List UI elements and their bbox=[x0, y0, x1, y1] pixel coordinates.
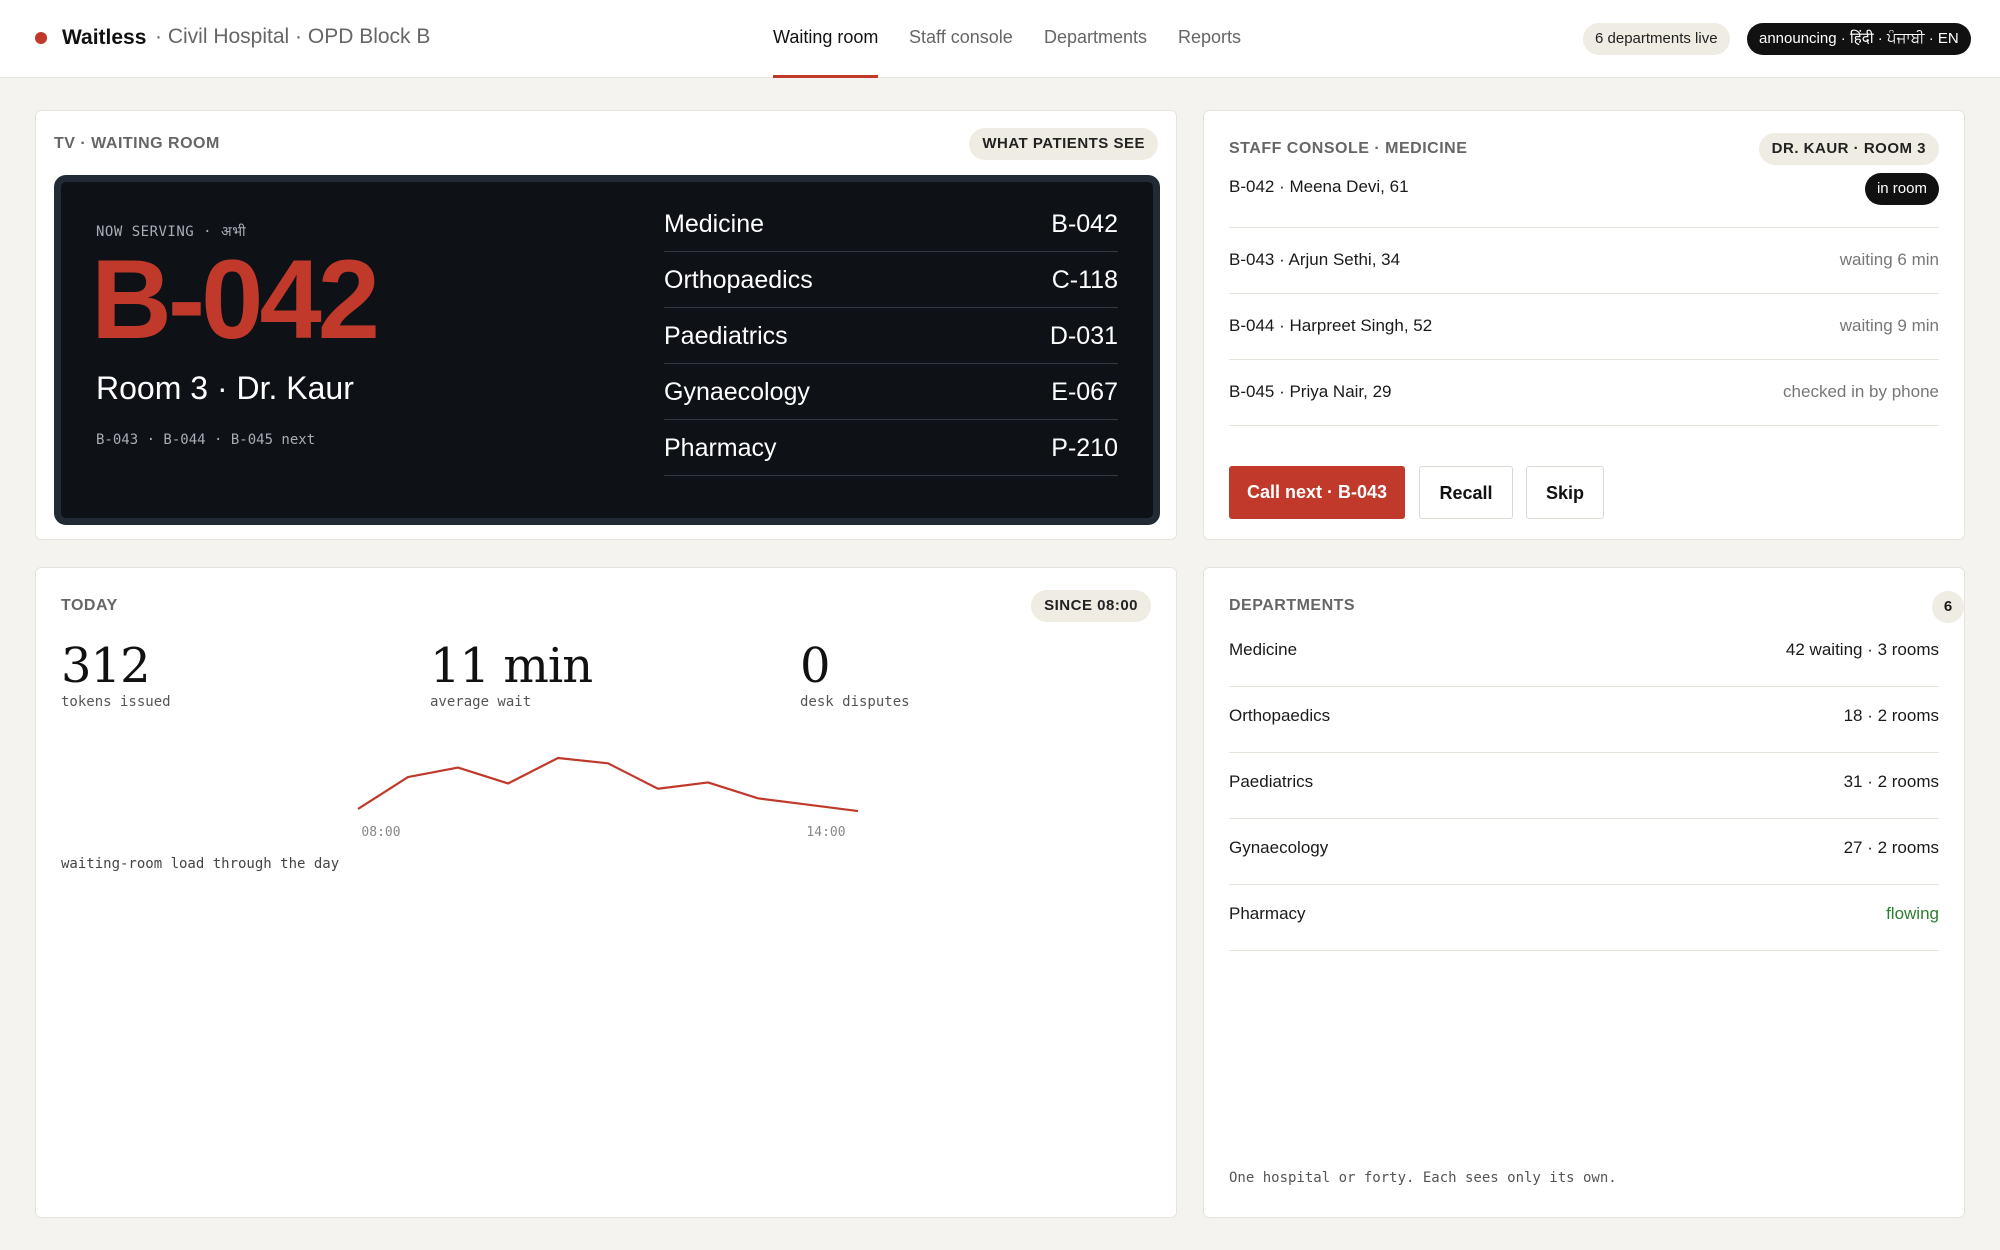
hospital-location: · Civil Hospital · OPD Block B bbox=[155, 25, 431, 48]
tv-dept-name: Gynaecology bbox=[664, 378, 810, 406]
queue-row[interactable]: B-042 · Meena Devi, 61 in room bbox=[1229, 162, 1939, 228]
department-name: Pharmacy bbox=[1229, 904, 1306, 923]
queue-patient-status: waiting 9 min bbox=[1839, 316, 1939, 335]
next-tokens: B-043 · B-044 · B-045 next bbox=[96, 432, 316, 448]
tv-waiting-room-card: TV · WAITING ROOM WHAT PATIENTS SEE NOW … bbox=[35, 110, 1177, 540]
tv-dept-row: Gynaecology E-067 bbox=[664, 364, 1118, 420]
tv-screen: NOW SERVING · अभी B-042 Room 3 · Dr. Kau… bbox=[54, 175, 1160, 525]
stat-value: 11 min bbox=[430, 638, 593, 694]
x-tick-label: 14:00 bbox=[806, 825, 845, 840]
now-serving-room: Room 3 · Dr. Kaur bbox=[96, 370, 354, 406]
load-line-chart: 08:00 14:00 bbox=[357, 756, 859, 840]
now-serving-token: B-042 bbox=[91, 237, 380, 362]
chart-caption: waiting-room load through the day bbox=[61, 856, 340, 872]
department-row[interactable]: Gynaecology 27 · 2 rooms bbox=[1229, 819, 1939, 885]
department-value: 31 · 2 rooms bbox=[1843, 772, 1939, 791]
doctor-room-chip: DR. KAUR · ROOM 3 bbox=[1758, 133, 1939, 165]
department-name: Paediatrics bbox=[1229, 772, 1314, 791]
staff-console-card: STAFF CONSOLE · MEDICINE DR. KAUR · ROOM… bbox=[1203, 110, 1965, 540]
active-nav-indicator bbox=[773, 75, 878, 78]
department-value: 27 · 2 rooms bbox=[1843, 838, 1939, 857]
in-room-badge: in room bbox=[1864, 173, 1939, 205]
stat-value: 312 bbox=[61, 638, 151, 694]
queue-row[interactable]: B-043 · Arjun Sethi, 34 waiting 6 min bbox=[1229, 228, 1939, 294]
queue-row[interactable]: B-044 · Harpreet Singh, 52 waiting 9 min bbox=[1229, 294, 1939, 360]
stat-label: average wait bbox=[430, 694, 532, 710]
tv-dept-row: Medicine B-042 bbox=[664, 196, 1118, 252]
department-value: 42 waiting · 3 rooms bbox=[1785, 640, 1939, 659]
call-next-button[interactable]: Call next · B-043 bbox=[1229, 466, 1405, 519]
tv-dept-name: Orthopaedics bbox=[664, 266, 813, 294]
since-chip: SINCE 08:00 bbox=[1031, 590, 1151, 622]
tv-dept-row: Paediatrics D-031 bbox=[664, 308, 1118, 364]
tv-dept-name: Paediatrics bbox=[664, 322, 788, 350]
queue-patient-name: B-045 · Priya Nair, 29 bbox=[1229, 382, 1392, 401]
top-bar: Waitless · Civil Hospital · OPD Block B … bbox=[0, 0, 2000, 78]
tv-dept-name: Pharmacy bbox=[664, 434, 777, 462]
nav-waiting-room[interactable]: Waiting room bbox=[773, 27, 878, 48]
tv-card-label: TV · WAITING ROOM bbox=[54, 135, 220, 152]
department-name: Gynaecology bbox=[1229, 838, 1329, 857]
department-value: 18 · 2 rooms bbox=[1843, 706, 1939, 725]
departments-live-pill: 6 departments live bbox=[1583, 23, 1730, 55]
today-card: TODAY SINCE 08:00 312 tokens issued 11 m… bbox=[35, 567, 1177, 1218]
nav-staff-console[interactable]: Staff console bbox=[909, 27, 1013, 48]
nav-departments[interactable]: Departments bbox=[1044, 27, 1147, 48]
tv-dept-token: D-031 bbox=[1049, 322, 1118, 350]
department-row[interactable]: Orthopaedics 18 · 2 rooms bbox=[1229, 687, 1939, 753]
queue-patient-name: B-044 · Harpreet Singh, 52 bbox=[1229, 316, 1433, 335]
what-patients-see-chip: WHAT PATIENTS SEE bbox=[969, 128, 1158, 160]
queue-row[interactable]: B-045 · Priya Nair, 29 checked in by pho… bbox=[1229, 360, 1939, 426]
queue-patient-status: checked in by phone bbox=[1783, 382, 1939, 401]
console-card-label: STAFF CONSOLE · MEDICINE bbox=[1229, 140, 1468, 157]
department-row[interactable]: Pharmacy flowing bbox=[1229, 885, 1939, 951]
brand-name[interactable]: Waitless bbox=[62, 26, 146, 50]
load-series-line bbox=[357, 756, 859, 813]
x-tick-label: 08:00 bbox=[361, 825, 400, 840]
department-row[interactable]: Medicine 42 waiting · 3 rooms bbox=[1229, 621, 1939, 687]
language-pill[interactable]: announcing · हिंदी · ਪੰਜਾਬੀ · EN bbox=[1747, 23, 1971, 55]
tv-dept-row: Orthopaedics C-118 bbox=[664, 252, 1118, 308]
stat-label: tokens issued bbox=[61, 694, 171, 710]
department-name: Orthopaedics bbox=[1229, 706, 1331, 725]
stat-label: desk disputes bbox=[800, 694, 910, 710]
tv-dept-token: C-118 bbox=[1051, 266, 1118, 294]
queue-patient-name: B-042 · Meena Devi, 61 bbox=[1229, 177, 1409, 196]
department-value: flowing bbox=[1886, 904, 1939, 923]
queue-patient-name: B-043 · Arjun Sethi, 34 bbox=[1229, 250, 1401, 269]
tv-dept-name: Medicine bbox=[664, 210, 765, 238]
tv-dept-token: B-042 bbox=[1051, 210, 1118, 238]
skip-button[interactable]: Skip bbox=[1526, 466, 1604, 519]
recall-button[interactable]: Recall bbox=[1419, 466, 1513, 519]
nav-reports[interactable]: Reports bbox=[1178, 27, 1241, 48]
tv-dept-token: P-210 bbox=[1051, 434, 1118, 462]
tv-dept-row: Pharmacy P-210 bbox=[664, 420, 1118, 476]
departments-footer-note: One hospital or forty. Each sees only it… bbox=[1229, 1170, 1617, 1186]
tv-dept-token: E-067 bbox=[1051, 378, 1118, 406]
department-row[interactable]: Paediatrics 31 · 2 rooms bbox=[1229, 753, 1939, 819]
department-name: Medicine bbox=[1229, 640, 1298, 659]
today-card-label: TODAY bbox=[61, 597, 118, 614]
stat-value: 0 bbox=[800, 638, 831, 694]
brand-dot-icon bbox=[35, 32, 47, 44]
departments-count-badge: 6 bbox=[1932, 591, 1964, 623]
departments-card-label: DEPARTMENTS bbox=[1229, 597, 1356, 614]
departments-card: DEPARTMENTS 6 Medicine 42 waiting · 3 ro… bbox=[1203, 567, 1965, 1218]
queue-patient-status: waiting 6 min bbox=[1839, 250, 1939, 269]
